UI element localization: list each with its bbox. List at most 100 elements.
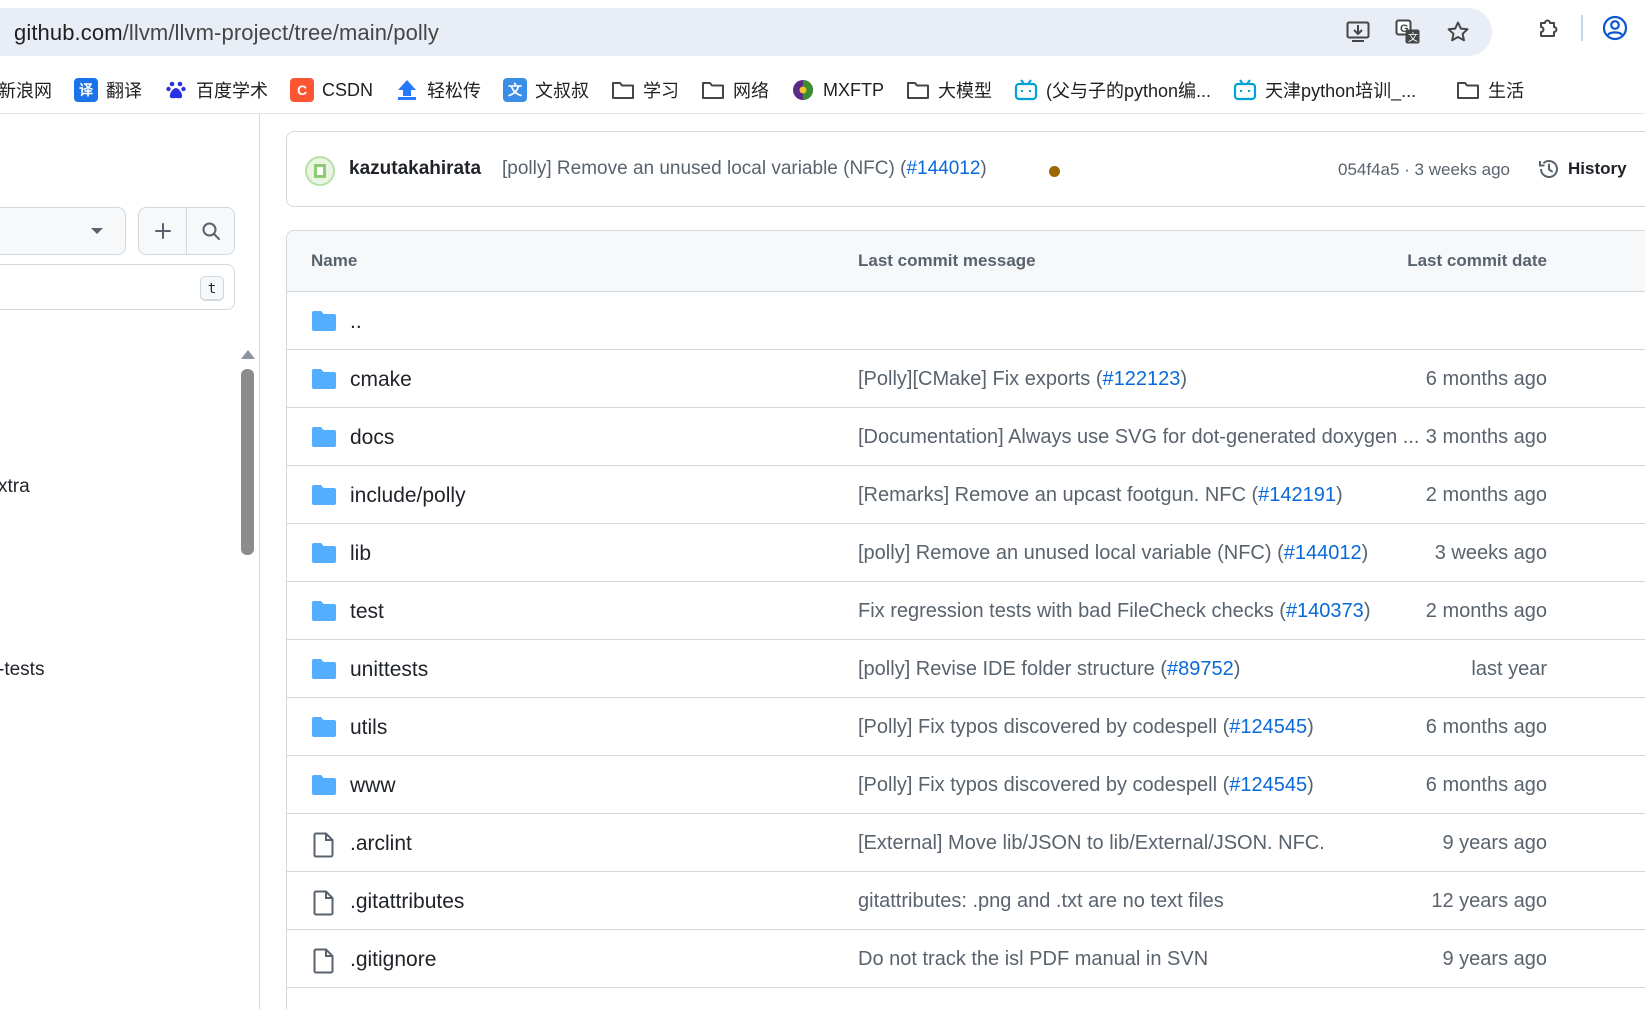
commit-message-link[interactable]: [Polly] Fix typos discovered by codespel… — [858, 774, 1314, 797]
avatar[interactable] — [305, 156, 335, 186]
pr-link[interactable]: #144012 — [906, 158, 980, 179]
file-name-link[interactable]: docs — [350, 426, 394, 450]
bookmark-folder-shenghuo[interactable]: 生活 — [1456, 77, 1524, 103]
table-row[interactable]: .gitattributes gitattributes: .png and .t… — [287, 872, 1645, 930]
commit-message-link[interactable]: Fix regression tests with bad FileCheck … — [858, 600, 1370, 623]
commit-message-link[interactable]: gitattributes: .png and .txt are no text… — [858, 890, 1224, 913]
commit-message-link[interactable]: [External] Move lib/JSON to lib/External… — [858, 832, 1325, 855]
add-file-button[interactable] — [139, 208, 186, 254]
branch-selector[interactable] — [0, 207, 126, 255]
browser-toolbar: github.com/llvm/llvm-project/tree/main/p… — [0, 0, 1645, 114]
ci-status-dot[interactable] — [1049, 166, 1060, 177]
table-row[interactable]: .gitignore Do not track the isl PDF manua… — [287, 930, 1645, 988]
tree-item[interactable]: xtra — [0, 476, 30, 498]
bookmark-mxftp[interactable]: MXFTP — [791, 78, 884, 102]
svg-text:文: 文 — [1408, 31, 1418, 44]
bilibili-icon — [1014, 78, 1038, 102]
plus-icon — [154, 223, 171, 239]
bookmark-bilibili-python-2[interactable]: 天津python培训_... — [1233, 77, 1416, 103]
bookmark-qingsongchuan[interactable]: 轻松传 — [395, 77, 481, 103]
install-app-icon[interactable] — [1344, 18, 1372, 46]
tree-item[interactable]: -tests — [0, 659, 44, 681]
commit-message-link[interactable]: [Polly][CMake] Fix exports (#122123) — [858, 368, 1187, 391]
file-name-link[interactable]: .gitignore — [350, 948, 436, 972]
translate-icon: 译 — [74, 78, 98, 102]
pr-link[interactable]: #89752 — [1167, 658, 1234, 680]
file-name-link[interactable]: .. — [350, 310, 362, 334]
column-header-date: Last commit date — [1407, 251, 1547, 270]
bookmark-star-icon[interactable] — [1444, 18, 1472, 46]
sidebar-scrollbar[interactable] — [241, 369, 254, 555]
go-to-file-input[interactable]: t — [0, 264, 235, 310]
history-button[interactable]: History — [1538, 152, 1627, 186]
folder-icon — [311, 426, 337, 450]
table-row[interactable]: .arclint [External] Move lib/JSON to lib/… — [287, 814, 1645, 872]
file-listing-table: Name Last commit message Last commit dat… — [286, 230, 1645, 1009]
table-row[interactable]: lib [polly] Remove an unused local variab… — [287, 524, 1645, 582]
commit-message-link[interactable]: [Polly] Fix typos discovered by codespel… — [858, 716, 1314, 739]
commit-date: 12 years ago — [1431, 890, 1547, 912]
latest-commit-bar: kazutakahirata [polly] Remove an unused … — [286, 131, 1645, 207]
file-name-link[interactable]: test — [350, 600, 384, 624]
pr-link[interactable]: #122123 — [1103, 368, 1181, 390]
folder-icon — [311, 716, 337, 740]
folder-icon — [311, 774, 337, 798]
file-name-link[interactable]: .gitattributes — [350, 890, 464, 914]
pr-link[interactable]: #124545 — [1229, 774, 1307, 796]
table-row[interactable]: cmake [Polly][CMake] Fix exports (#122123… — [287, 350, 1645, 408]
file-name-link[interactable]: www — [350, 774, 396, 798]
pr-link[interactable]: #142191 — [1258, 484, 1336, 506]
search-button[interactable] — [186, 208, 234, 254]
commit-message-link[interactable]: [polly] Remove an unused local variable … — [858, 542, 1368, 565]
address-bar[interactable]: github.com/llvm/llvm-project/tree/main/p… — [0, 8, 1492, 56]
column-header-name: Name — [311, 251, 358, 270]
file-icon — [313, 890, 339, 916]
folder-icon — [311, 310, 337, 334]
table-row[interactable]: www [Polly] Fix typos discovered by codes… — [287, 756, 1645, 814]
commit-date: 3 months ago — [1425, 426, 1547, 448]
file-name-link[interactable]: lib — [350, 542, 371, 566]
table-row[interactable]: test Fix regression tests with bad FileCh… — [287, 582, 1645, 640]
table-row[interactable]: unittests [polly] Revise IDE folder struc… — [287, 640, 1645, 698]
file-name-link[interactable]: cmake — [350, 368, 412, 392]
bookmark-wenshushu[interactable]: 文文叔叔 — [503, 77, 589, 103]
bookmark-folder-wangluo[interactable]: 网络 — [701, 77, 769, 103]
table-row[interactable]: utils [Polly] Fix typos discovered by cod… — [287, 698, 1645, 756]
toolbar-divider — [1581, 15, 1583, 41]
commit-message-link[interactable]: Do not track the isl PDF manual in SVN — [858, 948, 1208, 971]
pr-link[interactable]: #140373 — [1286, 600, 1364, 622]
pr-link[interactable]: #144012 — [1284, 542, 1362, 564]
commit-date: 6 months ago — [1425, 774, 1547, 796]
url-text[interactable]: github.com/llvm/llvm-project/tree/main/p… — [14, 20, 439, 46]
table-row[interactable]: docs [Documentation] Always use SVG for d… — [287, 408, 1645, 466]
bookmark-fanyi[interactable]: 译翻译 — [74, 77, 142, 103]
file-name-link[interactable]: include/polly — [350, 484, 466, 508]
file-name-link[interactable]: .arclint — [350, 832, 412, 856]
commit-message-link[interactable]: [Documentation] Always use SVG for dot-g… — [858, 426, 1419, 449]
commit-message[interactable]: [polly] Remove an unused local variable … — [502, 158, 987, 180]
table-header: Name Last commit message Last commit dat… — [287, 231, 1645, 292]
tree-actions — [138, 207, 235, 255]
commit-date: 2 months ago — [1425, 600, 1547, 622]
commit-date: 6 months ago — [1425, 368, 1547, 390]
file-name-link[interactable]: utils — [350, 716, 387, 740]
commit-sha-and-time[interactable]: 054f4a5 · 3 weeks ago — [1338, 160, 1510, 180]
commit-message-link[interactable]: [polly] Revise IDE folder structure (#89… — [858, 658, 1240, 681]
commit-author[interactable]: kazutakahirata — [349, 158, 481, 180]
translate-page-icon[interactable]: G文 — [1394, 18, 1422, 46]
bookmark-csdn[interactable]: C CSDN — [290, 78, 373, 102]
commit-message-link[interactable]: [Remarks] Remove an upcast footgun. NFC … — [858, 484, 1343, 507]
table-row[interactable]: include/polly [Remarks] Remove an upcast … — [287, 466, 1645, 524]
profile-account-icon[interactable] — [1601, 14, 1629, 42]
file-name-link[interactable]: unittests — [350, 658, 428, 682]
bookmark-sina[interactable]: 新浪网 — [0, 77, 52, 103]
table-row[interactable]: .. — [287, 292, 1645, 350]
bookmark-bilibili-python-1[interactable]: (父与子的python编... — [1014, 77, 1211, 103]
mxftp-icon — [791, 78, 815, 102]
pr-link[interactable]: #124545 — [1229, 716, 1307, 738]
bookmark-baidu-xueshu[interactable]: 百度学术 — [164, 77, 268, 103]
bookmark-folder-damoxing[interactable]: 大模型 — [906, 77, 992, 103]
extensions-puzzle-icon[interactable] — [1535, 14, 1563, 42]
scroll-up-arrow-icon[interactable] — [241, 350, 255, 359]
bookmark-folder-xuexi[interactable]: 学习 — [611, 77, 679, 103]
